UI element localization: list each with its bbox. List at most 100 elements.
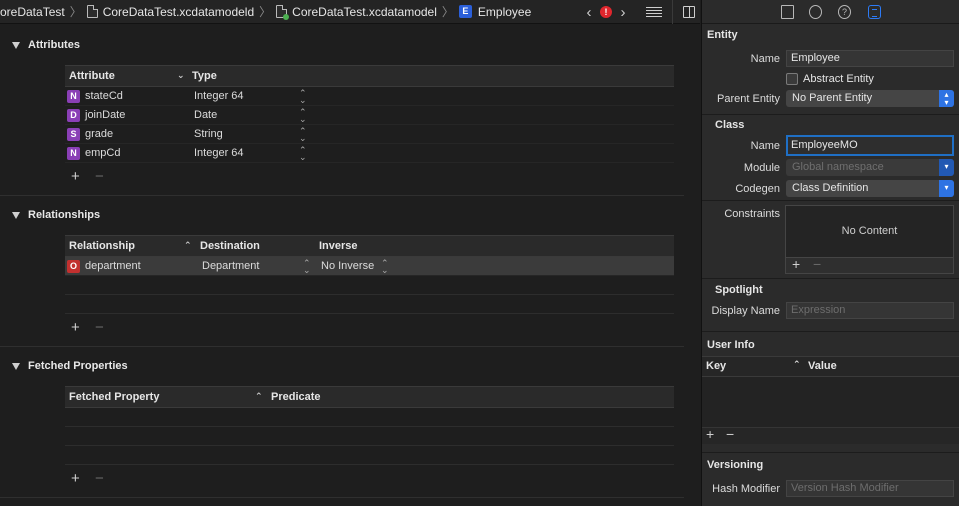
add-user-info-button[interactable]: + (706, 426, 714, 442)
quick-help-icon[interactable]: ? (838, 5, 851, 19)
stepper-chevrons-icon[interactable]: ⌃ ⌄ (299, 127, 307, 143)
sort-chevron-down-icon[interactable]: ⌄ (177, 70, 185, 81)
disclosure-triangle-icon[interactable] (12, 41, 20, 49)
attribute-row[interactable]: Sgrade String ⌃ ⌄ (65, 125, 674, 144)
attribute-type-icon: N (67, 147, 80, 160)
attribute-type-value[interactable]: Date (194, 109, 217, 121)
empty-row (65, 446, 674, 465)
column-header-attribute[interactable]: Attribute (69, 70, 115, 82)
relationship-destination[interactable]: Department (202, 260, 259, 272)
abstract-entity-checkbox[interactable] (786, 73, 798, 85)
stepper-chevrons-icon[interactable]: ⌃ ⌄ (299, 146, 307, 162)
stepper-chevrons-icon[interactable]: ⌃ ⌄ (299, 108, 307, 124)
parent-entity-value: No Parent Entity (792, 92, 873, 104)
remove-attribute-button[interactable]: − (95, 168, 104, 185)
display-name-field[interactable]: Expression (786, 302, 954, 319)
module-label: Module (743, 162, 780, 174)
class-name-field[interactable]: EmployeeMO (786, 135, 954, 156)
column-header-fetched-property[interactable]: Fetched Property (69, 391, 159, 403)
module-popup[interactable]: Global namespace ▾ (786, 159, 954, 176)
breadcrumb-project[interactable]: oreDataTest (0, 0, 65, 24)
abstract-entity-label[interactable]: Abstract Entity (803, 73, 874, 85)
stepper-chevrons-icon[interactable]: ⌃ ⌄ (381, 259, 389, 275)
breadcrumb-entity[interactable]: E Employee (458, 0, 531, 24)
attribute-type-value[interactable]: Integer 64 (194, 147, 244, 159)
fetched-properties-section-header[interactable]: Fetched Properties (12, 360, 128, 372)
sort-chevron-up-icon[interactable]: ⌃ (793, 359, 801, 370)
editor-options-icon[interactable] (646, 6, 662, 18)
stepper-chevrons-icon[interactable]: ⌃ ⌄ (299, 89, 307, 105)
column-header-value[interactable]: Value (808, 360, 837, 372)
disclosure-triangle-icon[interactable] (12, 362, 20, 370)
codegen-label: Codegen (735, 183, 780, 195)
fetched-properties-table: Fetched Property ⌃ Predicate (65, 386, 674, 465)
data-model-inspector-icon[interactable] (868, 5, 881, 19)
entity-name-field[interactable]: Employee (786, 50, 954, 67)
remove-constraint-button[interactable]: − (813, 256, 821, 272)
add-relationship-button[interactable]: + (71, 319, 87, 336)
chevron-down-icon: ▾ (939, 159, 954, 176)
attributes-section-header[interactable]: Attributes (12, 39, 80, 51)
hash-modifier-field[interactable]: Version Hash Modifier (786, 480, 954, 497)
breadcrumb-xcdatamodel[interactable]: CoreDataTest.xcdatamodel (276, 0, 437, 24)
column-header-relationship[interactable]: Relationship (69, 240, 135, 252)
constraints-add-remove: + − (785, 256, 954, 274)
history-inspector-icon[interactable] (809, 5, 822, 19)
breadcrumb-xcdatamodeld[interactable]: CoreDataTest.xcdatamodeld (86, 0, 255, 24)
model-file-icon (276, 5, 290, 20)
relationship-name[interactable]: department (85, 260, 141, 272)
chevron-right-icon: 〉 (441, 5, 454, 19)
class-name-label: Name (750, 140, 780, 152)
relationships-section-header[interactable]: Relationships (12, 209, 100, 221)
section-title: Attributes (28, 39, 80, 51)
section-divider (0, 195, 684, 196)
attribute-row[interactable]: NstateCd Integer 64 ⌃ ⌄ (65, 87, 674, 106)
empty-row (65, 276, 674, 295)
attributes-table: Attribute ⌄ Type NstateCd Integer 64 ⌃ ⌄ Djo… (65, 65, 674, 163)
error-icon[interactable]: ! (600, 6, 612, 18)
constraints-label: Constraints (724, 208, 780, 220)
attribute-row[interactable]: DjoinDate Date ⌃ ⌄ (65, 106, 674, 125)
sort-chevron-up-icon[interactable]: ⌃ (184, 240, 192, 251)
next-issue-icon[interactable]: › (616, 4, 630, 21)
parent-entity-popup[interactable]: No Parent Entity ▴ ▾ (786, 90, 954, 107)
previous-issue-icon[interactable]: ‹ (582, 4, 596, 21)
section-divider (0, 346, 684, 347)
file-inspector-icon[interactable] (781, 5, 794, 19)
column-header-type[interactable]: Type (192, 70, 217, 82)
sort-chevron-up-icon[interactable]: ⌃ (255, 391, 263, 402)
folder-file-icon (86, 5, 98, 18)
remove-user-info-button[interactable]: − (726, 426, 734, 442)
no-content-label: No Content (841, 225, 898, 237)
stepper-chevrons-icon[interactable]: ⌃ ⌄ (303, 259, 311, 275)
column-header-predicate[interactable]: Predicate (271, 391, 321, 403)
column-header-key[interactable]: Key (706, 360, 726, 372)
relationships-table-header: Relationship ⌃ Destination Inverse (65, 235, 674, 257)
user-info-table[interactable] (702, 377, 959, 427)
attribute-row[interactable]: NempCd Integer 64 ⌃ ⌄ (65, 144, 674, 163)
codegen-popup[interactable]: Class Definition ▾ (786, 180, 954, 197)
chevron-right-icon: 〉 (69, 5, 82, 19)
divider (702, 278, 959, 279)
remove-relationship-button[interactable]: − (95, 319, 104, 336)
disclosure-triangle-icon[interactable] (12, 211, 20, 219)
add-editor-icon[interactable] (683, 6, 695, 18)
constraints-list[interactable]: No Content (785, 205, 954, 258)
remove-fetched-property-button[interactable]: − (95, 470, 104, 487)
add-constraint-button[interactable]: + (792, 256, 800, 272)
add-attribute-button[interactable]: + (71, 168, 87, 185)
add-fetched-property-button[interactable]: + (71, 470, 87, 487)
column-header-destination[interactable]: Destination (200, 240, 260, 252)
attribute-type-value[interactable]: String (194, 128, 223, 140)
parent-entity-label: Parent Entity (717, 93, 780, 105)
attribute-name[interactable]: grade (85, 128, 113, 140)
attribute-name[interactable]: stateCd (85, 90, 123, 102)
relationship-row[interactable]: Odepartment Department ⌃ ⌄ No Inverse ⌃ ⌄ (65, 257, 674, 276)
attribute-name[interactable]: empCd (85, 147, 120, 159)
attribute-type-value[interactable]: Integer 64 (194, 90, 244, 102)
attribute-name[interactable]: joinDate (85, 109, 125, 121)
column-header-inverse[interactable]: Inverse (319, 240, 358, 252)
breadcrumb-label: CoreDataTest.xcdatamodeld (102, 4, 255, 19)
relationship-inverse[interactable]: No Inverse (321, 260, 374, 272)
hash-modifier-label: Hash Modifier (712, 483, 780, 495)
